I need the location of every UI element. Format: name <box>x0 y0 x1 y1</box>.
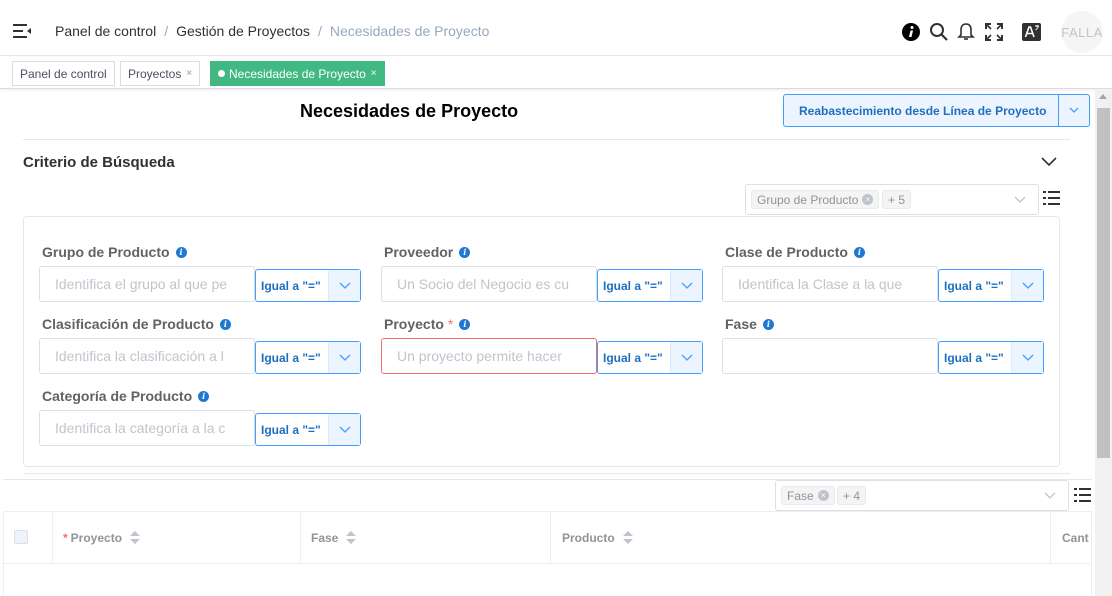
info-icon[interactable]: i <box>219 318 231 330</box>
breadcrumb-home[interactable]: Panel de control <box>55 23 156 39</box>
grupo-de-producto-input[interactable] <box>39 266 255 302</box>
column-more-chip: + 4 <box>837 486 867 505</box>
chevron-down-icon <box>339 282 351 289</box>
menu-toggle-icon[interactable] <box>13 23 31 39</box>
process-action-button[interactable]: Reabastecimiento desde Línea de Proyecto <box>783 94 1090 127</box>
categoria-de-producto-operator-select[interactable]: Igual a "=" <box>255 413 361 446</box>
chevron-down-icon <box>339 426 351 433</box>
proyecto-input[interactable] <box>381 338 597 374</box>
close-icon[interactable]: × <box>186 68 192 79</box>
info-icon[interactable]: i <box>762 318 774 330</box>
column-chip-label: Fase <box>787 488 814 503</box>
field-label-proveedor: Proveedor i <box>384 244 471 260</box>
tag-label: Proyectos <box>128 66 182 81</box>
list-icon[interactable] <box>1043 190 1060 206</box>
fase-input[interactable] <box>722 338 938 374</box>
language-icon[interactable] <box>1022 22 1042 42</box>
close-icon[interactable]: × <box>817 490 829 501</box>
table-columns-select[interactable]: Fase × + 4 <box>775 480 1069 511</box>
navbar: Panel de control / Gestión de Proyectos / Ne… <box>0 6 1112 56</box>
bell-icon[interactable] <box>957 22 975 42</box>
results-table: * Proyecto Fase Producto Cant <box>3 511 1092 596</box>
proyecto-operator-select[interactable]: Igual a "=" <box>597 341 703 374</box>
categoria-de-producto-input[interactable] <box>39 410 255 446</box>
avatar-text: FALLA <box>1061 24 1103 40</box>
active-dot-icon <box>218 70 225 77</box>
column-header-producto[interactable]: Producto <box>551 512 1051 564</box>
sort-icon[interactable] <box>346 531 357 545</box>
field-label-fase: Fase i <box>725 316 774 332</box>
tags-view: Panel de control Proyectos × Necesidades… <box>0 57 1112 89</box>
close-icon[interactable]: × <box>371 68 377 79</box>
chevron-down-icon <box>1022 354 1034 361</box>
search-columns-select[interactable]: Grupo de Producto × + 5 <box>745 184 1039 215</box>
tag-panel-de-control[interactable]: Panel de control <box>12 61 115 86</box>
column-more-chip: + 5 <box>882 190 912 209</box>
clase-de-producto-input[interactable] <box>722 266 938 302</box>
info-icon[interactable] <box>901 22 921 42</box>
fase-operator-select[interactable]: Igual a "=" <box>938 341 1044 374</box>
search-icon[interactable] <box>929 22 949 42</box>
column-header-fase[interactable]: Fase <box>301 512 551 564</box>
chevron-down-icon <box>339 354 351 361</box>
chevron-down-icon[interactable] <box>1040 155 1058 169</box>
breadcrumb: Panel de control / Gestión de Proyectos / Ne… <box>55 23 490 39</box>
field-label-clase-de-producto: Clase de Producto i <box>725 244 865 260</box>
required-mark: * <box>63 531 68 545</box>
tag-label: Necesidades de Proyecto <box>229 66 366 81</box>
field-label-grupo-de-producto: Grupo de Producto i <box>42 244 187 260</box>
grupo-de-producto-operator-select[interactable]: Igual a "=" <box>255 269 361 302</box>
sort-icon[interactable] <box>130 531 141 545</box>
chevron-down-icon[interactable] <box>1068 104 1080 116</box>
field-label-categoria-de-producto: Categoría de Producto i <box>42 388 210 404</box>
close-icon[interactable]: × <box>862 194 874 205</box>
select-all-column <box>4 512 53 564</box>
info-icon[interactable]: i <box>853 246 865 258</box>
select-all-checkbox[interactable] <box>14 530 28 544</box>
divider <box>23 139 1070 140</box>
fullscreen-icon[interactable] <box>985 22 1003 42</box>
info-icon[interactable]: i <box>198 390 210 402</box>
process-action-label: Reabastecimiento desde Línea de Proyecto <box>799 104 1047 118</box>
column-more-label: + 5 <box>888 192 906 207</box>
table-header: * Proyecto Fase Producto Cant <box>4 512 1091 564</box>
info-icon[interactable]: i <box>459 318 471 330</box>
proveedor-input[interactable] <box>381 266 597 302</box>
column-chip: Grupo de Producto × <box>751 190 880 209</box>
tag-necesidades-de-proyecto[interactable]: Necesidades de Proyecto × <box>210 61 385 86</box>
avatar[interactable]: FALLA <box>1061 11 1103 53</box>
clasificacion-de-producto-operator-select[interactable]: Igual a "=" <box>255 341 361 374</box>
column-header-proyecto[interactable]: * Proyecto <box>53 512 301 564</box>
divider <box>23 473 1070 474</box>
list-icon[interactable] <box>1074 487 1091 503</box>
column-more-label: + 4 <box>843 488 861 503</box>
required-mark: * <box>447 316 454 332</box>
tag-proyectos[interactable]: Proyectos × <box>120 61 201 86</box>
field-label-clasificacion-de-producto: Clasificación de Producto i <box>42 316 231 332</box>
scroll-up-arrow-icon[interactable] <box>1099 94 1107 99</box>
clasificacion-de-producto-input[interactable] <box>39 338 255 374</box>
column-header-cantidad[interactable]: Cant <box>1051 512 1091 564</box>
page-title: Necesidades de Proyecto <box>300 101 519 121</box>
info-icon[interactable]: i <box>175 246 187 258</box>
chevron-down-icon <box>681 282 693 289</box>
chevron-down-icon <box>1014 196 1026 203</box>
chevron-down-icon <box>1022 282 1034 289</box>
chevron-down-icon <box>681 354 693 361</box>
search-criteria-title: Criterio de Búsqueda <box>23 154 175 171</box>
scrollbar-thumb[interactable] <box>1097 108 1110 458</box>
clase-de-producto-operator-select[interactable]: Igual a "=" <box>938 269 1044 302</box>
column-chip-label: Grupo de Producto <box>757 192 859 207</box>
proveedor-operator-select[interactable]: Igual a "=" <box>597 269 703 302</box>
info-icon[interactable]: i <box>459 246 471 258</box>
field-label-proyecto: Proyecto * i <box>384 316 471 332</box>
tag-label: Panel de control <box>20 66 107 81</box>
sort-icon[interactable] <box>622 531 633 545</box>
breadcrumb-parent[interactable]: Gestión de Proyectos <box>176 23 310 39</box>
chevron-down-icon <box>1044 492 1056 499</box>
column-chip: Fase × <box>781 486 835 505</box>
breadcrumb-current: Necesidades de Proyecto <box>329 23 490 39</box>
